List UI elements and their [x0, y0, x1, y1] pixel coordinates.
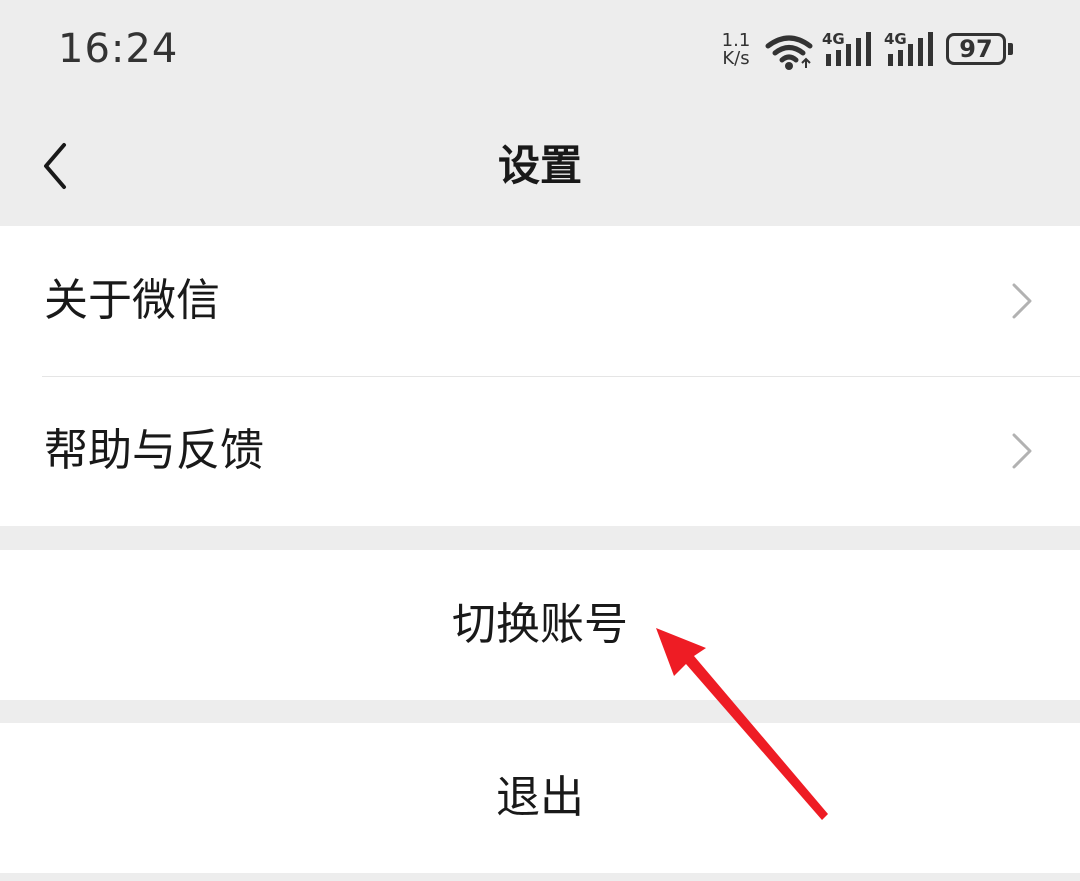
cellular-signal-icon: 4G	[822, 32, 874, 68]
wifi-icon	[765, 35, 813, 70]
network-speed: 1.1 K/s	[716, 32, 756, 68]
chevron-right-icon	[1012, 433, 1032, 469]
page-title: 设置	[497, 141, 582, 190]
chevron-right-icon	[1012, 283, 1032, 319]
help-feedback-item[interactable]: 帮助与反馈	[0, 376, 1080, 526]
list-item-label: 关于微信	[44, 275, 220, 326]
settings-group: 关于微信 帮助与反馈	[0, 226, 1080, 526]
list-item-label: 帮助与反馈	[44, 425, 264, 476]
navigation-bar: 设置	[0, 108, 1080, 224]
settings-screen: 16:24 1.1 K/s 4G 4G 97 设置 关于微信 帮助与反馈 切换账…	[0, 0, 1080, 881]
switch-account-button[interactable]: 切换账号	[0, 550, 1080, 700]
logout-button[interactable]: 退出	[0, 723, 1080, 873]
cellular-signal-icon: 4G	[884, 32, 936, 68]
network-speed-unit: K/s	[722, 48, 750, 69]
chevron-left-icon	[44, 143, 66, 189]
battery-icon: 97	[946, 33, 1013, 65]
battery-level: 97	[959, 35, 993, 63]
back-button[interactable]	[30, 138, 80, 194]
status-bar: 16:24 1.1 K/s 4G 4G 97	[0, 0, 1080, 108]
status-time: 16:24	[58, 26, 179, 72]
about-wechat-item[interactable]: 关于微信	[0, 226, 1080, 377]
